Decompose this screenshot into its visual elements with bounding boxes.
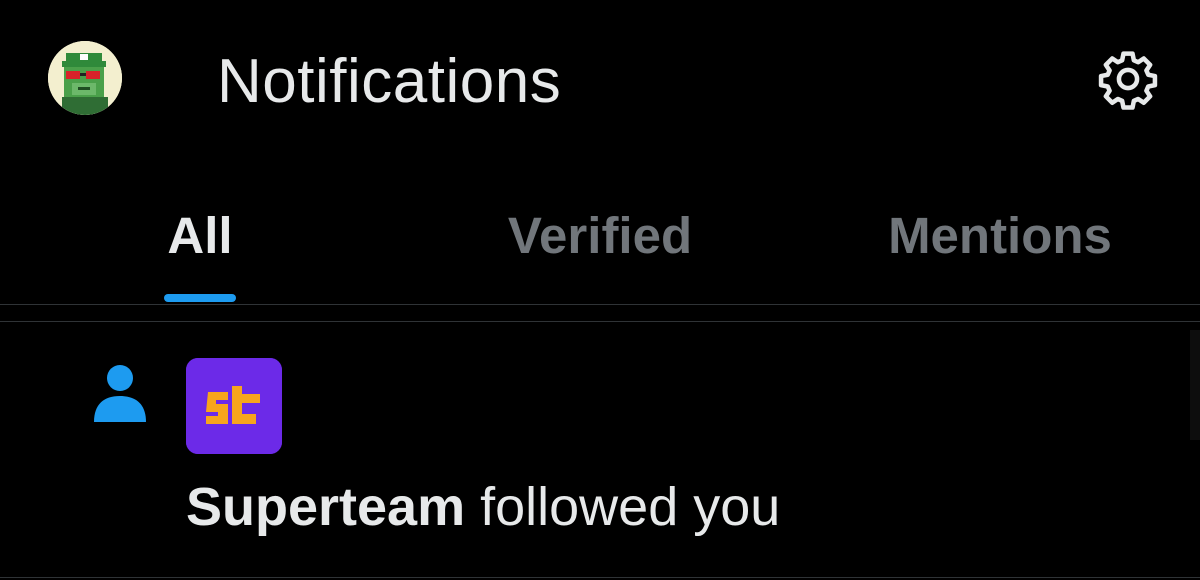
active-tab-indicator	[164, 294, 236, 302]
notification-action: followed you	[465, 477, 781, 537]
list-bottom-divider	[0, 577, 1200, 578]
settings-button[interactable]	[1096, 47, 1160, 111]
ape-avatar-icon	[48, 41, 122, 115]
tab-all[interactable]: All	[0, 160, 400, 304]
profile-avatar[interactable]	[48, 41, 122, 115]
notification-username[interactable]: Superteam	[186, 477, 465, 537]
page-title: Notifications	[217, 47, 562, 116]
superteam-avatar[interactable]	[186, 358, 282, 454]
tab-all-label: All	[167, 207, 233, 264]
header: Notifications	[0, 0, 1200, 160]
tab-bar: All Verified Mentions	[0, 160, 1200, 304]
tab-mentions-label: Mentions	[888, 207, 1112, 264]
tab-bar-divider	[0, 304, 1200, 305]
superteam-logo-icon	[186, 358, 282, 454]
notification-text: Superteam followed you	[186, 475, 780, 539]
tab-verified-label: Verified	[507, 207, 693, 264]
tab-mentions[interactable]: Mentions	[800, 160, 1200, 304]
scrollbar[interactable]	[1190, 330, 1200, 440]
notification-item[interactable]: Superteam followed you	[0, 322, 1200, 577]
tab-verified[interactable]: Verified	[400, 160, 800, 304]
gear-icon	[1098, 51, 1158, 110]
notifications-screen: Notifications All Verified Mentions Supe…	[0, 0, 1200, 580]
person-icon	[94, 365, 146, 422]
